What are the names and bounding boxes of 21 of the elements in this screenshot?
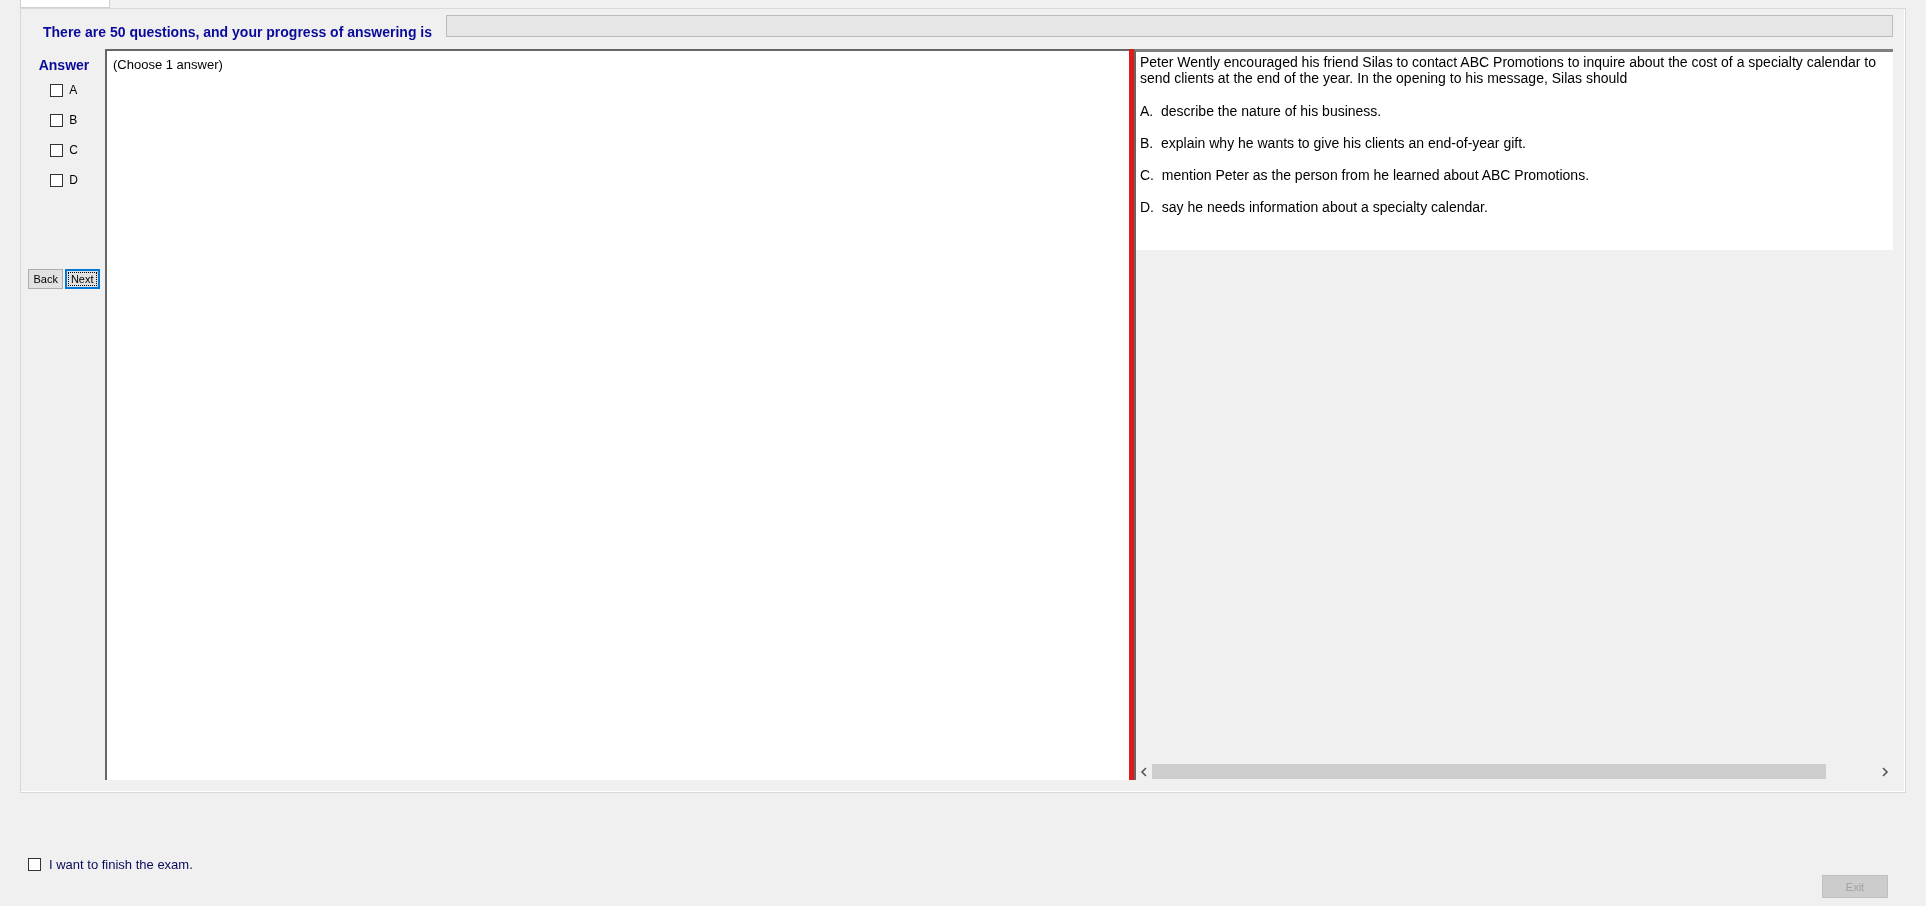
progress-label: There are 50 questions, and your progress of answering is	[43, 24, 432, 40]
option-label[interactable]: B	[69, 113, 78, 127]
answer-choice: D. say he needs information about a specialty calendar.	[1140, 199, 1489, 215]
scrollbar-thumb[interactable]	[1152, 764, 1827, 779]
option-label[interactable]: A	[69, 83, 78, 97]
next-button[interactable]: Next	[64, 269, 100, 289]
finish-label[interactable]: I want to finish the exam.	[49, 857, 193, 872]
answer-choice: C. mention Peter as the person from he learned about ABC Promotions.	[1140, 167, 1591, 183]
option-label[interactable]: C	[69, 143, 78, 157]
checkbox[interactable]	[50, 83, 64, 97]
answer-choice: B. explain why he wants to give his clients an end-of-year gift.	[1140, 135, 1527, 151]
instruction-text: (Choose 1 answer)	[113, 57, 223, 72]
checkbox[interactable]	[50, 113, 64, 127]
option-label[interactable]: D	[69, 173, 78, 187]
question-text: Peter Wently encouraged his friend Silas to contact ABC Promotions to inquire about the cost of a specialty calendar to send clients at the end of the year. In the opening to his message, Silas should	[1140, 54, 1877, 86]
back-button[interactable]: Back	[28, 269, 63, 289]
checkbox[interactable]	[50, 143, 64, 157]
answer-choice: A. describe the nature of his business.	[1140, 103, 1383, 119]
answer-title: Answer	[38, 57, 90, 73]
checkbox[interactable]	[28, 858, 41, 871]
checkbox[interactable]	[50, 173, 64, 187]
